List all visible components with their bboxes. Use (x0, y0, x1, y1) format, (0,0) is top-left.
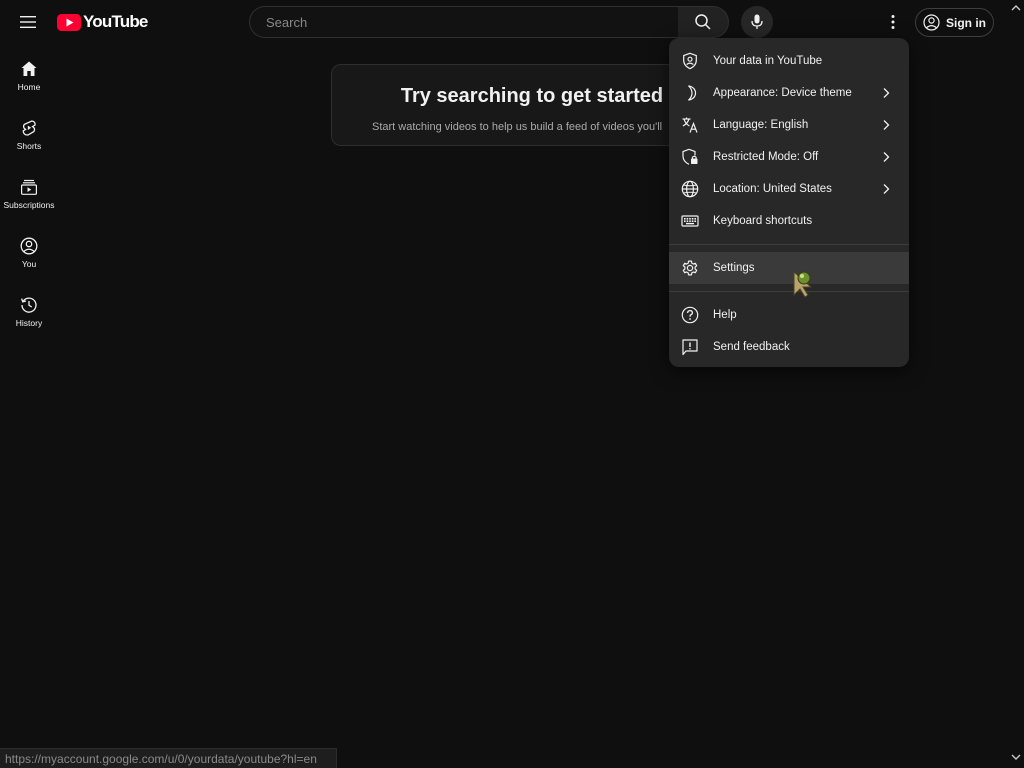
menu-divider (669, 244, 909, 245)
menu-item-send-feedback[interactable]: Send feedback (669, 331, 909, 363)
mini-guide: Home Shorts Subscriptions You History (0, 52, 58, 347)
menu-item-appearance[interactable]: Appearance: Device theme (669, 77, 909, 109)
search-icon (695, 14, 711, 30)
scroll-down-arrow-icon[interactable] (1011, 752, 1021, 762)
settings-more-button[interactable] (880, 8, 906, 36)
home-icon (21, 61, 37, 76)
menu-item-location[interactable]: Location: United States (669, 173, 909, 205)
chevron-right-icon (883, 152, 890, 162)
sidebar-item-home[interactable]: Home (0, 52, 58, 111)
more-vert-icon (891, 15, 895, 29)
translate-icon (681, 116, 699, 134)
microphone-icon (751, 14, 763, 29)
status-bar-url: https://myaccount.google.com/u/0/yourdat… (0, 748, 337, 768)
sidebar-item-label: You (21, 259, 37, 269)
settings-menu: Your data in YouTube Appearance: Device … (669, 38, 909, 367)
menu-item-keyboard-shortcuts[interactable]: Keyboard shortcuts (669, 205, 909, 237)
chevron-right-icon (883, 120, 890, 130)
sidebar-item-label: History (15, 318, 43, 328)
chevron-right-icon (883, 88, 890, 98)
youtube-logo[interactable]: YouTube (57, 12, 148, 32)
gear-icon (681, 259, 699, 277)
sidebar-item-label: Shorts (16, 141, 42, 151)
keyboard-icon (681, 212, 699, 230)
menu-item-restricted-mode[interactable]: Restricted Mode: Off (669, 141, 909, 173)
sidebar-item-label: Subscriptions (3, 200, 55, 210)
shorts-icon (22, 120, 36, 136)
menu-item-label: Appearance: Device theme (713, 87, 852, 99)
sidebar-item-label: Home (17, 82, 41, 92)
restricted-shield-icon (681, 148, 699, 166)
page-scrollbar[interactable] (1008, 0, 1024, 768)
feedback-icon (681, 338, 699, 356)
voice-search-button[interactable] (741, 6, 773, 38)
menu-item-label: Send feedback (713, 341, 790, 353)
sidebar-item-you[interactable]: You (0, 229, 58, 288)
menu-item-label: Settings (713, 262, 755, 274)
menu-item-label: Location: United States (713, 183, 832, 195)
sign-in-label: Sign in (946, 15, 986, 30)
menu-item-label: Language: English (713, 119, 809, 131)
guide-menu-button[interactable] (14, 8, 42, 36)
menu-item-language[interactable]: Language: English (669, 109, 909, 141)
account-icon (923, 14, 940, 31)
search-button[interactable] (678, 6, 729, 38)
subscriptions-icon (21, 179, 38, 195)
sign-in-button[interactable]: Sign in (915, 8, 994, 37)
history-icon (20, 297, 37, 313)
menu-item-your-data[interactable]: Your data in YouTube (669, 45, 909, 77)
globe-icon (681, 180, 699, 198)
menu-item-label: Help (713, 309, 737, 321)
menu-divider (669, 291, 909, 292)
sidebar-item-shorts[interactable]: Shorts (0, 111, 58, 170)
prompt-title-text: Try searching to get started (400, 85, 664, 107)
menu-item-label: Restricted Mode: Off (713, 151, 819, 163)
hamburger-icon (20, 16, 36, 28)
you-icon (20, 237, 38, 255)
search-box (249, 6, 679, 38)
sidebar-item-history[interactable]: History (0, 288, 58, 347)
menu-item-help[interactable]: Help (669, 299, 909, 331)
sidebar-item-subscriptions[interactable]: Subscriptions (0, 170, 58, 229)
chevron-right-icon (883, 184, 890, 194)
moon-icon (681, 84, 699, 102)
logo-text: YouTube (83, 12, 148, 31)
search-input[interactable] (264, 13, 664, 31)
mouse-cursor-icon (793, 270, 813, 298)
scroll-up-arrow-icon[interactable] (1011, 3, 1021, 13)
help-icon (681, 306, 699, 324)
menu-item-settings[interactable]: Settings (669, 252, 909, 284)
shield-user-icon (681, 52, 699, 70)
menu-item-label: Your data in YouTube (713, 55, 823, 67)
youtube-play-icon (57, 13, 81, 31)
menu-item-label: Keyboard shortcuts (713, 215, 813, 227)
